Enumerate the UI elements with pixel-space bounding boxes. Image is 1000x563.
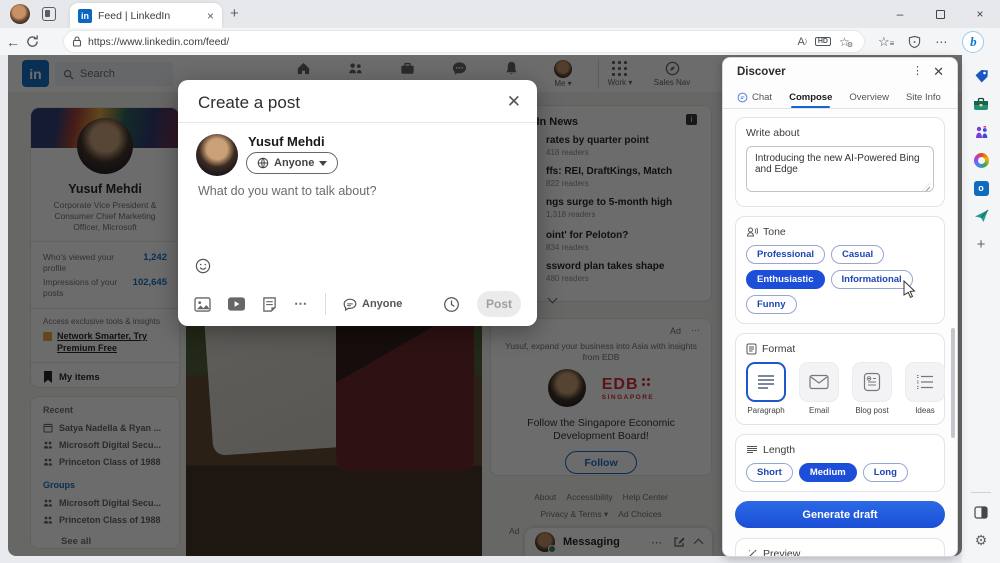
tone-option-informational[interactable]: Informational	[830, 270, 913, 289]
length-label: Length	[763, 444, 796, 456]
post-editor-placeholder[interactable]: What do you want to talk about?	[198, 184, 377, 198]
write-about-section: Write about Introducing the new AI-Power…	[735, 117, 945, 207]
drop-icon[interactable]	[968, 203, 994, 229]
post-author-avatar	[196, 134, 238, 176]
discover-panel: Discover ⋮ ✕ Chat Compose Overview Site …	[722, 57, 958, 557]
sidebar-settings-icon[interactable]: ⚙	[968, 527, 994, 553]
tab-overview[interactable]: Overview	[849, 84, 889, 108]
browser-essentials-icon[interactable]	[908, 35, 921, 49]
refresh-button[interactable]	[26, 35, 52, 48]
linkedin-favicon: in	[78, 8, 92, 23]
schedule-clock-icon[interactable]	[443, 296, 460, 313]
modal-title: Create a post	[198, 93, 301, 112]
window-close-button[interactable]: ×	[960, 0, 1000, 28]
new-tab-button[interactable]: +	[230, 5, 239, 22]
length-option-medium[interactable]: Medium	[798, 463, 857, 482]
toolbox-icon[interactable]	[968, 91, 994, 117]
add-image-icon[interactable]	[194, 296, 211, 312]
tab-site-info[interactable]: Site Info	[906, 84, 941, 108]
blog-post-icon	[863, 372, 881, 392]
customize-sidebar-icon[interactable]	[968, 499, 994, 525]
back-button[interactable]: ←	[0, 34, 26, 50]
add-favorite-icon[interactable]: ☆ ⚙	[839, 35, 856, 49]
discover-title: Discover	[737, 66, 786, 78]
browser-toolbar: ← https://www.linkedin.com/feed/ A) HD ☆…	[0, 28, 1000, 55]
browser-titlebar: in Feed | LinkedIn × + – ×	[0, 0, 1000, 28]
browser-profile-avatar[interactable]	[10, 4, 30, 24]
maximize-button[interactable]	[920, 0, 960, 28]
format-option-paragraph[interactable]: Paragraph	[746, 362, 786, 415]
panel-close-icon[interactable]: ✕	[933, 64, 944, 80]
tab-close-icon[interactable]: ×	[207, 9, 214, 23]
add-document-icon[interactable]	[262, 296, 277, 312]
chat-tab-icon	[737, 92, 748, 102]
browser-tab[interactable]: in Feed | LinkedIn ×	[70, 3, 222, 28]
outlook-icon[interactable]: o	[968, 175, 994, 201]
favorites-icon[interactable]: ☆≡	[878, 34, 894, 50]
hd-media-icon[interactable]: HD	[814, 37, 831, 46]
panel-menu-icon[interactable]: ⋮	[912, 64, 923, 77]
format-section: Format Paragraph Email Blog post Ideas	[735, 333, 945, 425]
add-sidebar-app-icon[interactable]: +	[968, 231, 994, 257]
comment-control-button[interactable]: Anyone	[343, 298, 402, 311]
tone-icon	[746, 227, 758, 237]
mouse-cursor	[903, 280, 916, 298]
write-about-input[interactable]: Introducing the new AI-Powered Bing and …	[746, 146, 934, 192]
paragraph-icon	[758, 375, 774, 389]
browser-window: in Feed | LinkedIn × + – × ← https://www…	[0, 0, 1000, 563]
tab-actions-icon[interactable]	[42, 7, 56, 21]
ideas-icon	[917, 374, 933, 390]
write-about-label: Write about	[746, 127, 800, 139]
tone-section: Tone Professional Casual Enthusiastic In…	[735, 216, 945, 324]
address-bar[interactable]: https://www.linkedin.com/feed/ A) HD ☆ ⚙	[64, 31, 864, 52]
length-option-short[interactable]: Short	[746, 463, 793, 482]
microsoft-365-icon[interactable]	[968, 147, 994, 173]
tab-chat[interactable]: Chat	[737, 84, 772, 108]
preview-wand-icon	[748, 549, 757, 556]
shopping-icon[interactable]	[968, 63, 994, 89]
settings-more-icon[interactable]: ⋯	[935, 35, 948, 49]
tone-label: Tone	[763, 226, 786, 238]
globe-icon	[257, 157, 269, 169]
emoji-icon[interactable]	[195, 258, 211, 274]
format-label: Format	[762, 343, 796, 355]
format-icon	[746, 343, 757, 355]
create-post-modal: Create a post ✕ Yusuf Mehdi Anyone What …	[178, 80, 537, 326]
format-option-email[interactable]: Email	[799, 362, 839, 415]
format-option-blog-post[interactable]: Blog post	[852, 362, 892, 415]
browser-content: in Search	[0, 55, 1000, 563]
post-visibility-dropdown[interactable]: Anyone	[246, 152, 339, 174]
length-section: Length Short Medium Long	[735, 434, 945, 492]
tone-option-enthusiastic[interactable]: Enthusiastic	[746, 270, 825, 289]
post-button[interactable]: Post	[477, 291, 521, 317]
url-text: https://www.linkedin.com/feed/	[88, 35, 230, 48]
comment-bubble-icon	[343, 298, 357, 311]
more-options-icon[interactable]: ⋯	[294, 296, 308, 312]
tab-title: Feed | LinkedIn	[98, 9, 171, 22]
minimize-button[interactable]: –	[880, 0, 920, 28]
tone-option-casual[interactable]: Casual	[831, 245, 885, 264]
modal-close-icon[interactable]: ✕	[507, 92, 521, 112]
read-aloud-icon[interactable]: A)	[797, 36, 806, 48]
length-icon	[747, 446, 757, 453]
generate-draft-button[interactable]: Generate draft	[735, 501, 945, 528]
edge-sidebar-rail: o + ⚙	[962, 55, 1000, 563]
tone-option-funny[interactable]: Funny	[746, 295, 797, 314]
panel-scrollbar[interactable]	[951, 328, 955, 438]
length-option-long[interactable]: Long	[862, 463, 908, 482]
games-icon[interactable]	[968, 119, 994, 145]
tone-option-professional[interactable]: Professional	[746, 245, 826, 264]
preview-label: Preview	[763, 548, 801, 557]
add-video-icon[interactable]	[228, 297, 245, 311]
lock-icon	[72, 36, 82, 47]
email-icon	[809, 374, 829, 390]
preview-section: Preview Your AI generated content will b…	[735, 538, 945, 557]
tab-compose[interactable]: Compose	[789, 84, 832, 108]
copilot-icon[interactable]: b	[962, 30, 985, 53]
post-author-name: Yusuf Mehdi	[248, 134, 325, 149]
format-option-ideas[interactable]: Ideas	[905, 362, 945, 415]
chevron-down-icon	[319, 160, 328, 166]
